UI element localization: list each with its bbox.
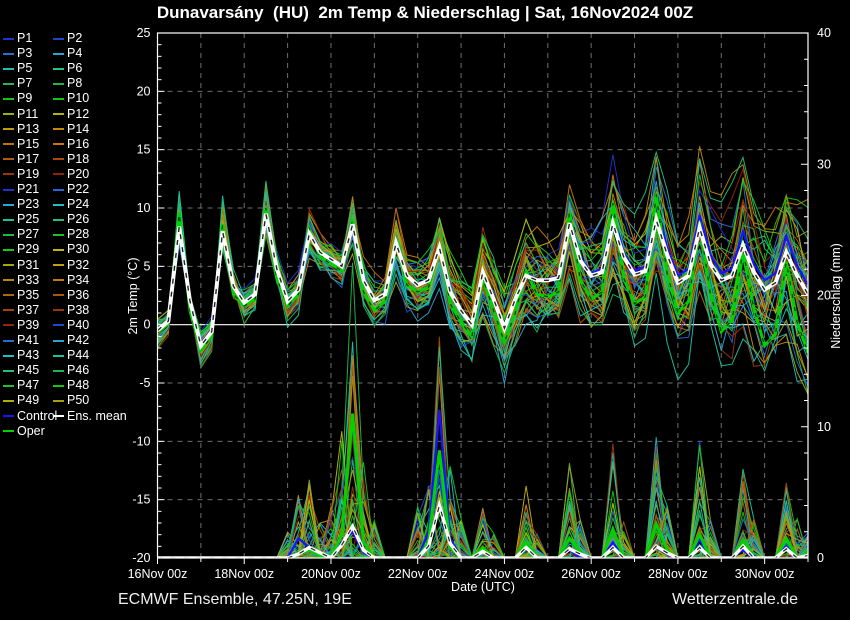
left-tick-label: 10 [137,201,151,215]
left-tick-label: -10 [132,434,150,448]
x-tick-label: 16Nov 00z [128,567,188,581]
left-tick-label: 0 [144,318,151,332]
x-axis-title: Date (UTC) [451,580,515,594]
member-precip-line [158,372,809,558]
right-axis-title: Niederschlag (mm) [829,243,843,349]
left-tick-label: 25 [137,26,151,40]
x-tick-label: 26Nov 00z [561,567,621,581]
right-tick-label: 10 [817,420,831,434]
x-tick-label: 18Nov 00z [214,567,274,581]
control-precip-line [158,410,809,558]
left-tick-label: -5 [139,376,150,390]
left-tick-label: -15 [132,493,150,507]
right-tick-label: 30 [817,157,831,171]
member-precip-line [158,367,809,558]
right-tick-label: 0 [817,551,824,565]
right-tick-label: 40 [817,26,831,40]
x-tick-label: 22Nov 00z [388,567,448,581]
member-precip-line [158,365,809,558]
left-tick-label: 5 [144,259,151,273]
mean-temp-line [158,214,809,346]
left-tick-label: 15 [137,143,151,157]
left-tick-label: 20 [137,84,151,98]
x-tick-label: 30Nov 00z [735,567,795,581]
site-credit-text: Wetterzentrale.de [672,591,798,609]
x-tick-label: 28Nov 00z [648,567,708,581]
ensemble-forecast-page: Dunavarsány (HU) 2m Temp & Niederschlag … [0,0,850,620]
left-tick-label: -20 [132,551,150,565]
ensemble-chart: -20-15-10-5051015202501020304016Nov 00z1… [0,0,850,620]
x-tick-label: 20Nov 00z [301,567,361,581]
x-tick-label: 24Nov 00z [475,567,535,581]
model-info-text: ECMWF Ensemble, 47.25N, 19E [118,591,352,609]
left-axis-title: 2m Temp (°C) [126,257,140,334]
